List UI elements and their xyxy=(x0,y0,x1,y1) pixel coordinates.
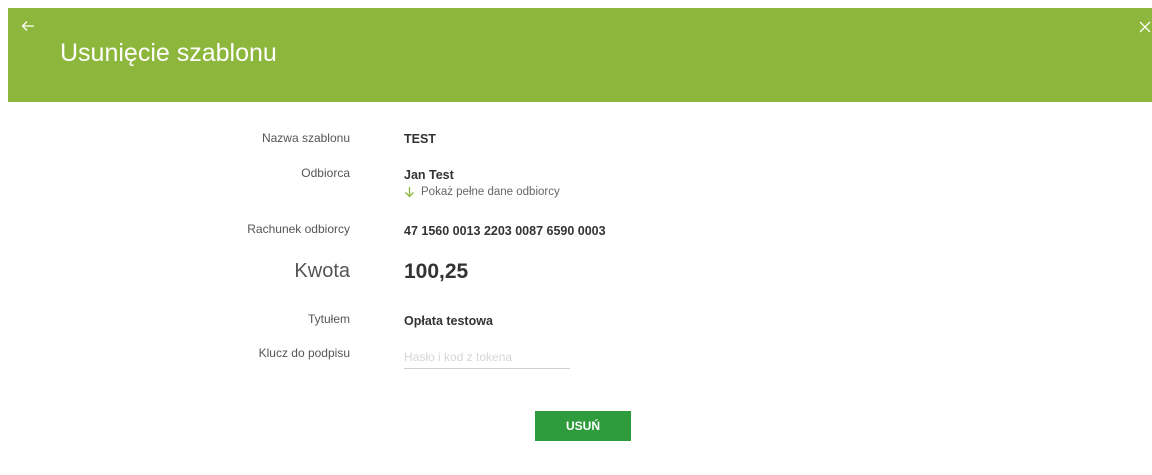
signature-key-label: Klucz do podpisu xyxy=(258,346,350,360)
transfer-title-value: Opłata testowa xyxy=(404,314,493,328)
recipient-label: Odbiorca xyxy=(301,166,350,180)
page-title: Usunięcie szablonu xyxy=(60,39,277,67)
amount-label: Kwota xyxy=(294,260,350,282)
transfer-title-label: Tytułem xyxy=(307,312,350,326)
show-recipient-details-label: Pokaż pełne dane odbiorcy xyxy=(421,186,560,198)
delete-button[interactable]: USUŃ xyxy=(535,411,631,441)
amount-value: 100,25 xyxy=(404,260,469,283)
account-value: 47 1560 0013 2203 0087 6590 0003 xyxy=(404,224,606,238)
arrow-down-icon xyxy=(405,187,414,198)
header-bar: Usunięcie szablonu xyxy=(8,8,1152,102)
recipient-value: Jan Test xyxy=(404,168,454,182)
template-name-label: Nazwa szablonu xyxy=(261,131,350,145)
arrow-left-icon[interactable] xyxy=(20,18,36,34)
signature-key-input[interactable] xyxy=(404,346,570,369)
template-name-value: TEST xyxy=(404,132,436,146)
close-icon[interactable] xyxy=(1138,20,1152,34)
show-recipient-details-link[interactable]: Pokaż pełne dane odbiorcy xyxy=(404,186,560,198)
account-label: Rachunek odbiorcy xyxy=(247,222,350,236)
